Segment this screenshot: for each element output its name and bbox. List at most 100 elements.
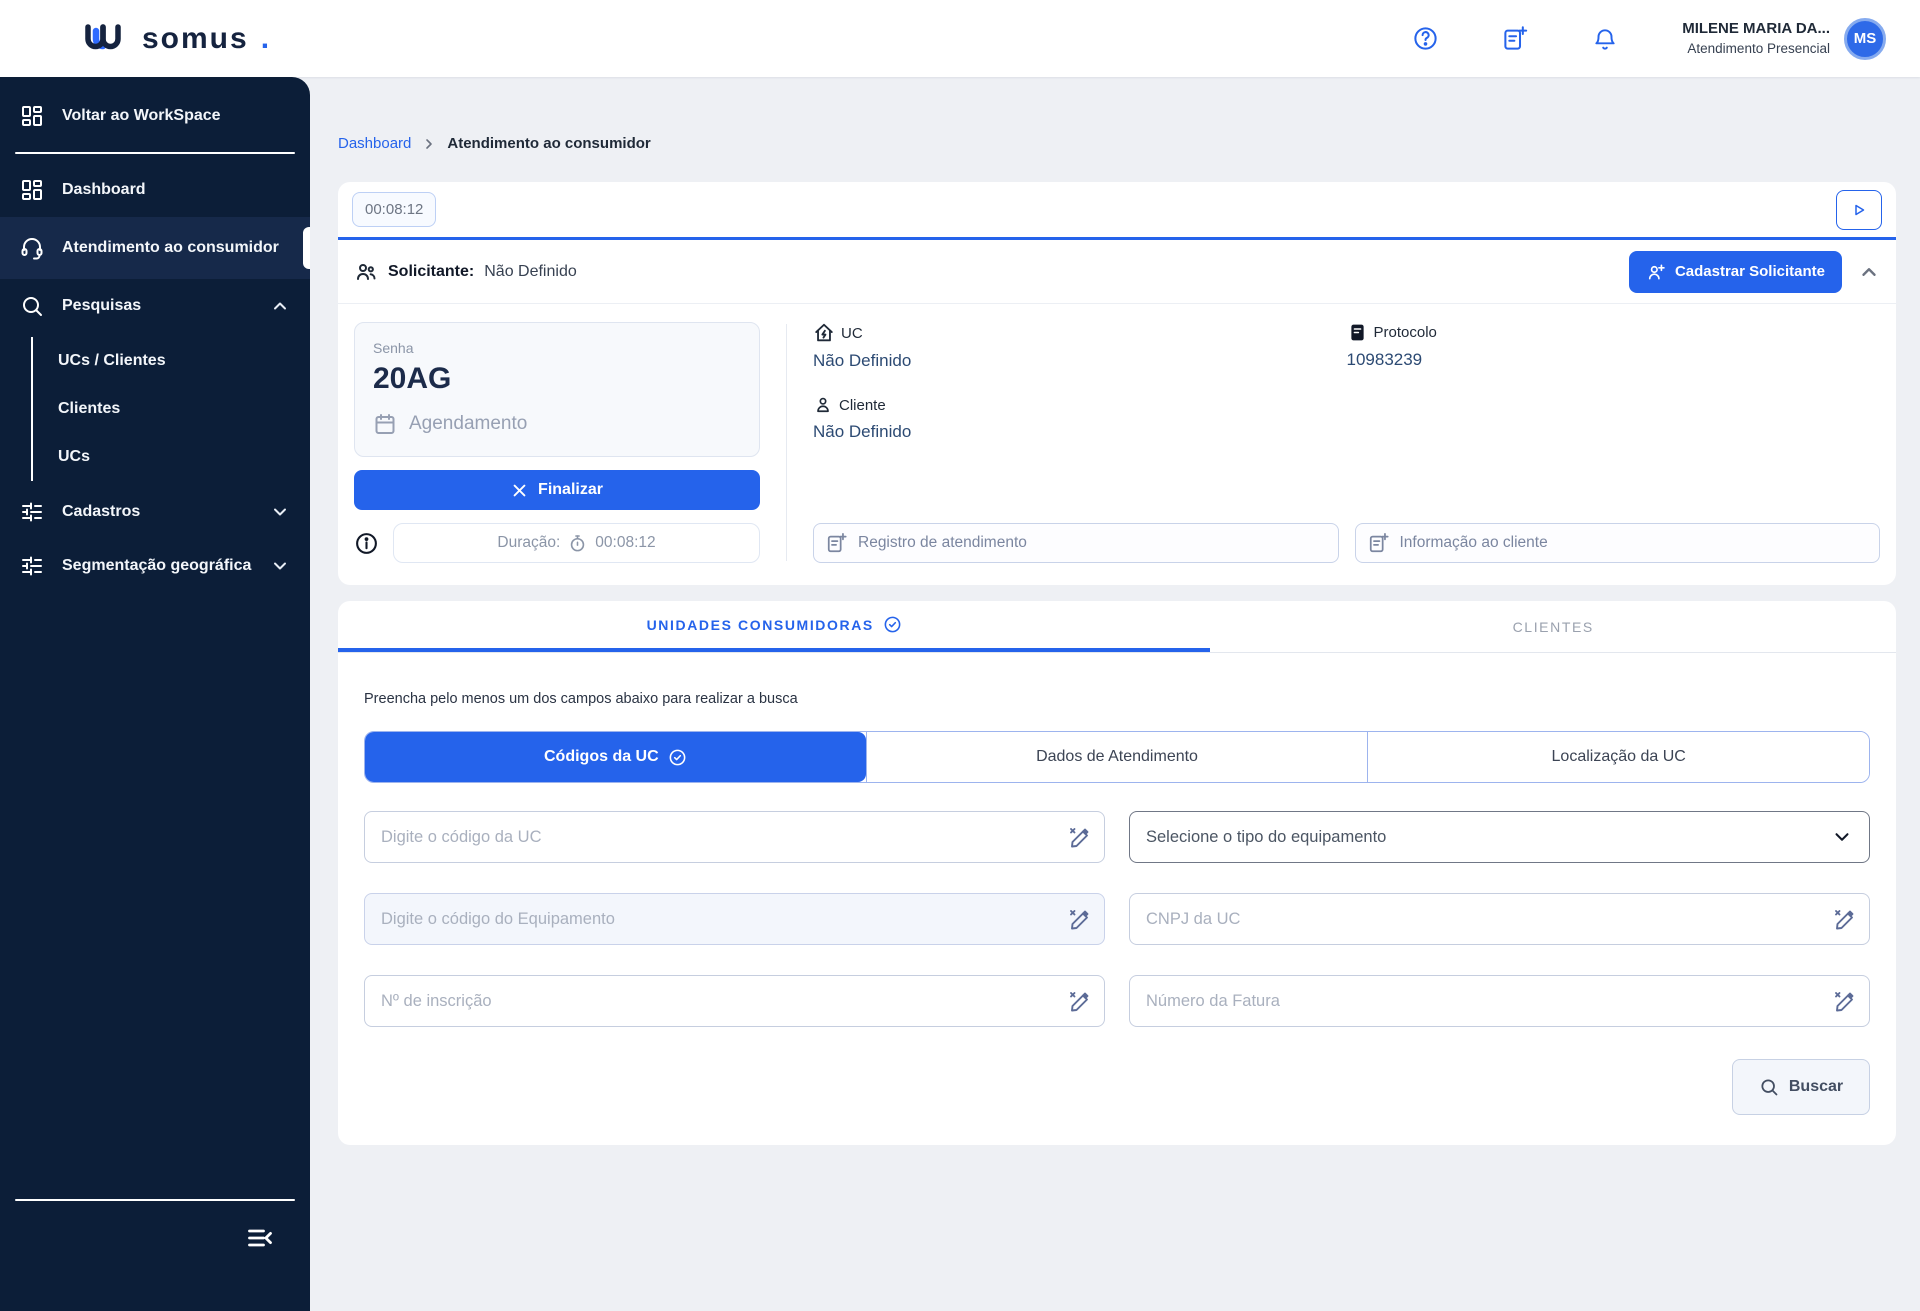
- note-add-icon: [1368, 532, 1390, 554]
- codigo-equipamento-input[interactable]: [364, 893, 1105, 945]
- pesquisas-submenu: UCs / Clientes Clientes UCs: [31, 337, 310, 481]
- fatura-input[interactable]: [1129, 975, 1870, 1027]
- duracao-row: Duração: 00:08:12: [354, 523, 760, 563]
- logo-text: somus: [142, 24, 249, 54]
- vertical-divider: [786, 324, 787, 561]
- note-add-icon: [1502, 25, 1529, 52]
- buscar-button[interactable]: Buscar: [1732, 1059, 1870, 1115]
- tab-clientes[interactable]: CLIENTES: [1210, 601, 1896, 652]
- sliders-icon: [20, 554, 44, 578]
- inscricao-field-wrap: [364, 975, 1105, 1027]
- registro-atendimento-button[interactable]: Registro de atendimento: [813, 523, 1339, 563]
- sidebar-item-cadastros[interactable]: Cadastros: [0, 485, 310, 539]
- active-indicator: [303, 227, 310, 269]
- grid-icon: [20, 178, 44, 202]
- breadcrumb: Dashboard Atendimento ao consumidor: [338, 135, 1896, 152]
- cadastrar-solicitante-button[interactable]: Cadastrar Solicitante: [1629, 251, 1842, 293]
- person-icon: [813, 395, 833, 415]
- chevron-up-icon: [1858, 261, 1880, 283]
- senha-column: Senha 20AG Agendamento Finalizar: [354, 322, 760, 563]
- breadcrumb-current: Atendimento ao consumidor: [447, 135, 650, 152]
- stopwatch-icon: [568, 534, 587, 553]
- sidebar-item-label: Voltar ao WorkSpace: [62, 107, 221, 125]
- codigo-equipamento-field-wrap: [364, 893, 1105, 945]
- codigo-uc-input[interactable]: [364, 811, 1105, 863]
- bell-icon: [1592, 26, 1618, 52]
- uc-value[interactable]: Não Definido: [813, 351, 1347, 371]
- finalizar-button[interactable]: Finalizar: [354, 470, 760, 510]
- senha-card: Senha 20AG Agendamento: [354, 322, 760, 457]
- note-add-icon: [826, 532, 848, 554]
- cnpj-input[interactable]: [1129, 893, 1870, 945]
- timer-bar: 00:08:12: [338, 182, 1896, 240]
- notifications-button[interactable]: [1592, 25, 1620, 53]
- informacao-cliente-button[interactable]: Informação ao cliente: [1355, 523, 1881, 563]
- cliente-value[interactable]: Não Definido: [813, 422, 1347, 442]
- segment-label: Códigos da UC: [544, 748, 659, 766]
- sidebar-item-pesquisas[interactable]: Pesquisas: [0, 279, 310, 333]
- user-info: MILENE MARIA DA... Atendimento Presencia…: [1682, 19, 1830, 57]
- cnpj-field-wrap: [1129, 893, 1870, 945]
- person-add-icon: [1646, 262, 1666, 282]
- sidebar-item-voltar-workspace[interactable]: Voltar ao WorkSpace: [0, 89, 310, 143]
- avatar[interactable]: MS: [1844, 18, 1886, 60]
- attendance-card: Solicitante: Não Definido Cadastrar Soli…: [338, 240, 1896, 585]
- chevron-down-icon: [1831, 826, 1853, 848]
- segment-codigos-da-uc[interactable]: Códigos da UC: [365, 732, 866, 782]
- sidebar-item-label: Segmentação geográfica: [62, 557, 251, 575]
- sidebar-divider: [15, 152, 295, 154]
- segment-localizacao-da-uc[interactable]: Localização da UC: [1367, 732, 1869, 782]
- breadcrumb-dashboard-link[interactable]: Dashboard: [338, 135, 411, 152]
- uc-info: UC Não Definido: [813, 322, 1347, 371]
- protocolo-value: 10983239: [1347, 350, 1881, 370]
- tab-label: CLIENTES: [1513, 619, 1594, 635]
- informacao-cliente-label: Informação ao cliente: [1400, 534, 1548, 552]
- chevron-right-icon: [421, 136, 437, 152]
- help-button[interactable]: [1412, 25, 1440, 53]
- collapse-section-button[interactable]: [1858, 261, 1880, 283]
- grid-icon: [20, 104, 44, 128]
- sidebar-subitem-label: UCs / Clientes: [58, 352, 166, 369]
- sidebar-subitem-ucs-clientes[interactable]: UCs / Clientes: [33, 337, 310, 385]
- tab-unidades-consumidoras[interactable]: UNIDADES CONSUMIDORAS: [338, 601, 1210, 652]
- sidebar-item-atendimento[interactable]: Atendimento ao consumidor: [0, 217, 310, 279]
- solicitante-value: Não Definido: [484, 263, 577, 281]
- chevron-down-icon: [270, 502, 290, 522]
- attendance-body: Senha 20AG Agendamento Finalizar: [338, 304, 1896, 585]
- buscar-label: Buscar: [1789, 1078, 1843, 1096]
- sidebar-item-segmentacao[interactable]: Segmentação geográfica: [0, 539, 310, 593]
- calendar-icon: [373, 412, 397, 436]
- notes-actions-row: Registro de atendimento Informação ao cl…: [813, 523, 1880, 563]
- user-name: MILENE MARIA DA...: [1682, 19, 1830, 39]
- segment-dados-de-atendimento[interactable]: Dados de Atendimento: [866, 732, 1368, 782]
- topbar: somus . MILENE MARIA DA... Atendimento P…: [0, 0, 1920, 77]
- sidebar-subitem-ucs[interactable]: UCs: [33, 433, 310, 481]
- play-button[interactable]: [1836, 190, 1882, 230]
- sidebar-item-dashboard[interactable]: Dashboard: [0, 163, 310, 217]
- main-content: Dashboard Atendimento ao consumidor 00:0…: [310, 77, 1920, 1145]
- finalizar-label: Finalizar: [538, 481, 603, 499]
- new-note-button[interactable]: [1502, 25, 1530, 53]
- tipo-equipamento-select[interactable]: Selecione o tipo do equipamento: [1129, 811, 1870, 863]
- protocolo-label: Protocolo: [1374, 324, 1437, 341]
- chevron-down-icon: [270, 556, 290, 576]
- senha-label: Senha: [373, 340, 741, 356]
- inscricao-input[interactable]: [364, 975, 1105, 1027]
- sidebar-subitem-label: Clientes: [58, 400, 120, 417]
- agendamento-label: Agendamento: [409, 413, 527, 435]
- info-icon[interactable]: [354, 531, 379, 556]
- search-icon: [1759, 1077, 1779, 1097]
- sidebar-footer: [0, 1190, 310, 1311]
- somus-logo: somus .: [84, 24, 269, 54]
- search-hint: Preencha pelo menos um dos campos abaixo…: [364, 691, 1870, 707]
- play-icon: [1850, 201, 1868, 219]
- check-circle-icon: [883, 615, 902, 634]
- somus-logo-mark-icon: [84, 24, 130, 54]
- search-tabs: UNIDADES CONSUMIDORAS CLIENTES: [338, 601, 1896, 653]
- solicitante-row: Solicitante: Não Definido Cadastrar Soli…: [338, 240, 1896, 304]
- cadastrar-solicitante-label: Cadastrar Solicitante: [1675, 263, 1825, 280]
- fatura-field-wrap: [1129, 975, 1870, 1027]
- collapse-sidebar-button[interactable]: [246, 1224, 274, 1255]
- collapse-menu-icon: [246, 1224, 274, 1252]
- sidebar-subitem-clientes[interactable]: Clientes: [33, 385, 310, 433]
